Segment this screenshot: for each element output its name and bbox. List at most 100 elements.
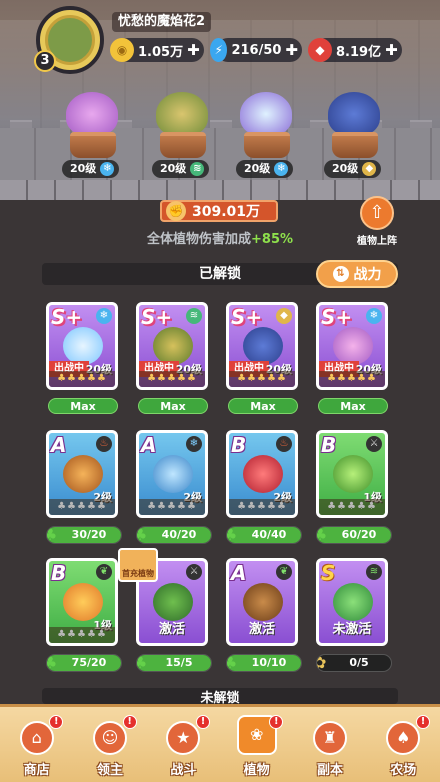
add-gems-icon[interactable]: ✚ [385, 41, 398, 59]
fire-icon: ♨ [276, 436, 292, 452]
leaf-icon: ❦ [276, 564, 292, 580]
sort-by-power-button[interactable]: ⇅ 战力 [316, 260, 398, 288]
plant-sprite [153, 583, 193, 621]
add-energy-icon[interactable]: ✚ [285, 41, 298, 59]
plant-sprite [240, 92, 292, 136]
plant-card[interactable]: B ♨ 2级 ♣♣♣♣♣ [226, 430, 298, 518]
nav-label: 副本 [316, 763, 343, 778]
star-rating: ♣♣♣♣♣ [49, 371, 115, 387]
nav-label: 农场 [390, 763, 417, 778]
locked-section-title: 未解锁 [42, 688, 398, 704]
snowflake-icon: ❄ [274, 162, 289, 176]
damage-bonus-value: +85% [251, 232, 294, 247]
lineup-level-badge: 20级 ◆ [324, 160, 382, 178]
star-rating: ♣♣♣♣♣ [229, 499, 295, 515]
plant-card[interactable]: S ≋ 未激活 [316, 558, 388, 646]
first-recharge-label: 首充植物 [122, 569, 154, 578]
shop-icon: ⌂ [19, 721, 54, 755]
battle-icon: ★ [166, 721, 201, 755]
progress-text: 75/20 [71, 656, 107, 669]
lineup-level: 20级 [70, 162, 97, 175]
grade-label: S+ [321, 305, 353, 329]
plant-sprite [63, 327, 103, 365]
plant-sprite [333, 455, 373, 493]
sword-icon: ⚔ [186, 564, 202, 580]
nav-shop[interactable]: ⌂ 商店 ! [0, 707, 73, 782]
nav-battle[interactable]: ★ 战斗 ! [147, 707, 220, 782]
plant-sprite [66, 92, 118, 136]
lineup-level-badge: 20级 ≋ [152, 160, 210, 178]
plant-sprite [63, 583, 103, 621]
grade-label: A [51, 433, 67, 457]
plant-sprite [63, 455, 103, 493]
rock-icon: ◆ [362, 162, 377, 176]
plant-sprite [156, 92, 208, 136]
energy-counter[interactable]: ⚡ 216/50 ✚ [210, 38, 302, 62]
snowflake-icon: ❄ [96, 308, 112, 324]
power-value: 309.01万 [192, 204, 261, 220]
notification-badge: ! [269, 715, 284, 729]
card-progress-bar: ✿ 0/5 [316, 654, 392, 672]
flower-pot [160, 132, 206, 158]
farm-icon: ♠ [386, 721, 421, 755]
nav-dungeon[interactable]: ♜ 副本 [293, 707, 366, 782]
lineup-slot-4[interactable]: 20级 ◆ [314, 92, 394, 182]
nav-lord[interactable]: ☺ 领主 ! [73, 707, 146, 782]
card-progress-bar: ♣ 30/20 [46, 526, 122, 544]
gem-counter[interactable]: ◆ 8.19亿 ✚ [308, 38, 402, 62]
deploy-plants-button[interactable]: ⇧ 植物上阵 [352, 196, 402, 247]
card-progress-bar: ♣ 75/20 [46, 654, 122, 672]
gold-counter[interactable]: ◉ 1.05万 ✚ [110, 38, 204, 62]
plant-card[interactable]: A ❄ 2级 ♣♣♣♣♣ [136, 430, 208, 518]
plant-sprite [153, 327, 193, 365]
card-progress-bar: ♣ 10/10 [226, 654, 302, 672]
grade-label: S [321, 561, 336, 585]
lineup-slot-2[interactable]: 20级 ≋ [142, 92, 222, 182]
plant-sprite [153, 455, 193, 493]
arrow-up-icon: ⇧ [360, 196, 394, 230]
coin-icon: ◉ [110, 38, 134, 62]
flower-pot [244, 132, 290, 158]
nav-plants[interactable]: ❀ 植物 ! [220, 707, 293, 782]
bottom-nav: ⌂ 商店 ! ☺ 领主 ! ★ 战斗 ! ❀ 植物 ! ♜ 副本 ♠ 农场 ! [0, 704, 440, 782]
progress-text: 40/20 [161, 528, 197, 541]
card-progress-bar: ♣ 40/40 [226, 526, 302, 544]
total-power: ✊ 309.01万 [160, 200, 278, 222]
plant-card[interactable]: A ❦ 激活 [226, 558, 298, 646]
add-gold-icon[interactable]: ✚ [187, 41, 200, 59]
wind-icon: ≋ [186, 308, 202, 324]
grade-label: S+ [231, 305, 263, 329]
plant-card[interactable]: B ⚔ 1级 ♣♣♣♣♣ [316, 430, 388, 518]
star-rating: ♣♣♣♣♣ [319, 371, 385, 387]
lineup-level: 20级 [244, 162, 271, 175]
star-rating: ♣♣♣♣♣ [49, 627, 115, 643]
leaf-icon: ❦ [96, 564, 112, 580]
lineup-slot-3[interactable]: 20级 ❄ [226, 92, 306, 182]
wind-icon: ≋ [366, 564, 382, 580]
plant-card[interactable]: A ♨ 2级 ♣♣♣♣♣ [46, 430, 118, 518]
plant-sprite [333, 327, 373, 365]
card-progress-bar: ♣ 40/20 [136, 526, 212, 544]
nav-label: 领主 [96, 763, 123, 778]
plant-card[interactable]: S+ ❄ 出战中 20级 ♣♣♣♣♣ [46, 302, 118, 390]
fire-icon: ♨ [96, 436, 112, 452]
progress-text: 10/10 [251, 656, 287, 669]
plant-card[interactable]: S+ ❄ 出战中 20级 ♣♣♣♣♣ [316, 302, 388, 390]
lineup-slot-1[interactable]: 20级 ❄ [52, 92, 132, 182]
plant-sprite [333, 583, 373, 621]
lineup-level-badge: 20级 ❄ [62, 160, 120, 178]
energy-value: 216/50 [231, 42, 282, 58]
max-level-tag: Max [318, 398, 388, 414]
plant-sprite [243, 455, 283, 493]
card-progress-bar: ♣ 15/5 [136, 654, 212, 672]
wind-icon: ≋ [190, 162, 205, 176]
plant-card[interactable]: S+ ≋ 出战中 20级 ♣♣♣♣♣ [136, 302, 208, 390]
damage-bonus-label: 全体植物伤害加成 [146, 232, 251, 247]
plant-card[interactable]: S+ ◆ 出战中 20级 ♣♣♣♣♣ [226, 302, 298, 390]
star-rating: ♣♣♣♣♣ [139, 371, 205, 387]
lineup-level: 20级 [332, 162, 359, 175]
snowflake-icon: ❄ [100, 162, 115, 176]
plant-card[interactable]: B ❦ 1级 ♣♣♣♣♣ [46, 558, 118, 646]
nav-farm[interactable]: ♠ 农场 ! [367, 707, 440, 782]
progress-text: 30/20 [71, 528, 107, 541]
